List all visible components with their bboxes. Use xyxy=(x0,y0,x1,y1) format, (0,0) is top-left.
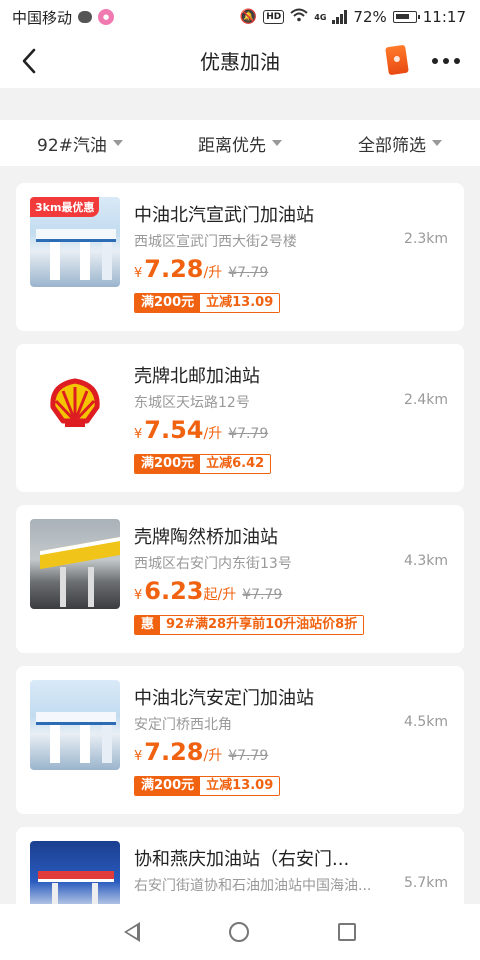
battery-icon xyxy=(392,11,420,23)
station-distance: 2.3km xyxy=(403,231,448,247)
currency-symbol: ¥ xyxy=(134,588,143,603)
filter-label: 距离优先 xyxy=(198,135,266,156)
station-name: 协和燕庆加油站（右安门... xyxy=(134,849,350,870)
price: 6.23 xyxy=(144,577,204,605)
clock: 11:17 xyxy=(422,8,466,26)
wallet-icon[interactable] xyxy=(385,44,409,76)
station-distance: 4.3km xyxy=(403,553,448,569)
filter-bar: 92#汽油 距离优先 全部筛选 xyxy=(0,120,480,166)
wifi-icon xyxy=(290,8,308,26)
nav-recent-apps-icon[interactable] xyxy=(337,923,356,941)
station-photo: 3km最优惠 xyxy=(30,197,120,287)
currency-symbol: ¥ xyxy=(134,266,143,281)
filter-label: 全部筛选 xyxy=(358,135,426,156)
price-unit: /升 xyxy=(203,426,223,442)
price-row: ¥ 6.23 起/升 ¥7.79 xyxy=(134,577,282,605)
station-card[interactable]: 壳牌陶然桥加油站 西城区右安门内东街13号 4.3km ¥ 6.23 起/升 ¥… xyxy=(16,505,464,653)
currency-symbol: ¥ xyxy=(134,427,143,442)
station-distance: 5.7km xyxy=(403,875,448,891)
station-name: 壳牌陶然桥加油站 xyxy=(134,527,278,548)
station-address: 西城区宣武门西大街2号楼 xyxy=(134,234,297,250)
nav-back-icon[interactable] xyxy=(124,922,141,942)
deal-badge: 满200元 立减13.09 xyxy=(134,293,281,313)
fuel-type-filter[interactable]: 92#汽油 xyxy=(0,131,160,156)
system-nav-bar xyxy=(0,904,480,960)
price: 7.28 xyxy=(144,255,204,283)
station-name: 壳牌北邮加油站 xyxy=(134,366,260,387)
deal-value: 92#满28升享前10升油站价8折 xyxy=(160,616,364,634)
deal-value: 立减6.42 xyxy=(200,455,271,473)
filter-label: 92#汽油 xyxy=(37,135,107,156)
station-card[interactable]: 中油北汽安定门加油站 安定门桥西北角 4.5km ¥ 7.28 /升 ¥7.79… xyxy=(16,666,464,814)
price: 7.54 xyxy=(144,416,204,444)
deal-key: 满200元 xyxy=(135,294,201,312)
deal-value: 立减13.09 xyxy=(200,777,280,795)
deal-value: 立减13.09 xyxy=(200,294,280,312)
deal-key: 满200元 xyxy=(135,777,201,795)
message-icon xyxy=(78,11,93,23)
station-distance: 2.4km xyxy=(403,392,448,408)
promo-tag: 3km最优惠 xyxy=(30,197,100,217)
station-name: 中油北汽宣武门加油站 xyxy=(134,205,314,226)
app-notification-icon: ● xyxy=(98,9,115,25)
sort-filter[interactable]: 距离优先 xyxy=(160,131,320,156)
price: 7.28 xyxy=(144,738,204,766)
station-address: 东城区天坛路12号 xyxy=(134,395,250,411)
station-card[interactable]: 壳牌北邮加油站 东城区天坛路12号 2.4km ¥ 7.54 /升 ¥7.79 … xyxy=(16,344,464,492)
caret-down-icon xyxy=(112,140,123,146)
caret-down-icon xyxy=(432,140,442,146)
hd-icon: HD xyxy=(263,10,285,24)
nav-home-icon[interactable] xyxy=(228,922,249,942)
original-price: ¥7.79 xyxy=(228,265,269,281)
station-address: 右安门街道协和石油加油站中国海油... xyxy=(134,878,372,894)
original-price: ¥7.79 xyxy=(228,426,269,442)
station-photo xyxy=(30,680,120,770)
station-address: 安定门桥西北角 xyxy=(134,717,232,733)
price-unit: /升 xyxy=(203,265,223,281)
shell-logo xyxy=(30,358,120,448)
price-row: ¥ 7.28 /升 ¥7.79 xyxy=(134,255,268,283)
station-address: 西城区右安门内东街13号 xyxy=(134,556,292,572)
deal-badge: 惠 92#满28升享前10升油站价8折 xyxy=(134,615,365,635)
price-unit: /升 xyxy=(203,748,223,764)
deal-badge: 满200元 立减6.42 xyxy=(134,454,272,474)
battery-percent: 72% xyxy=(353,8,387,26)
original-price: ¥7.79 xyxy=(228,748,269,764)
station-photo xyxy=(30,519,120,609)
network-type-label: 4G xyxy=(314,12,327,22)
deal-key: 满200元 xyxy=(135,455,201,473)
price-row: ¥ 7.28 /升 ¥7.79 xyxy=(134,738,268,766)
currency-symbol: ¥ xyxy=(134,749,143,764)
carrier-label: 中国移动 xyxy=(12,8,73,27)
mute-icon: 🔕 xyxy=(239,9,258,25)
deal-badge: 满200元 立减13.09 xyxy=(134,776,281,796)
signal-icon xyxy=(332,10,348,24)
app-header: 优惠加油 xyxy=(0,34,480,88)
deal-key: 惠 xyxy=(135,616,161,634)
station-card[interactable]: 3km最优惠 中油北汽宣武门加油站 西城区宣武门西大街2号楼 2.3km ¥ 7… xyxy=(16,183,464,331)
station-name: 中油北汽安定门加油站 xyxy=(134,688,314,709)
original-price: ¥7.79 xyxy=(242,587,283,603)
price-row: ¥ 7.54 /升 ¥7.79 xyxy=(134,416,268,444)
status-bar: 中国移动 ● 🔕 HD 4G 72% 11:17 xyxy=(0,0,480,34)
price-unit: 起/升 xyxy=(203,587,237,603)
station-distance: 4.5km xyxy=(403,714,448,730)
all-filters[interactable]: 全部筛选 xyxy=(320,131,480,156)
more-icon[interactable] xyxy=(432,58,460,64)
caret-down-icon xyxy=(272,140,282,146)
